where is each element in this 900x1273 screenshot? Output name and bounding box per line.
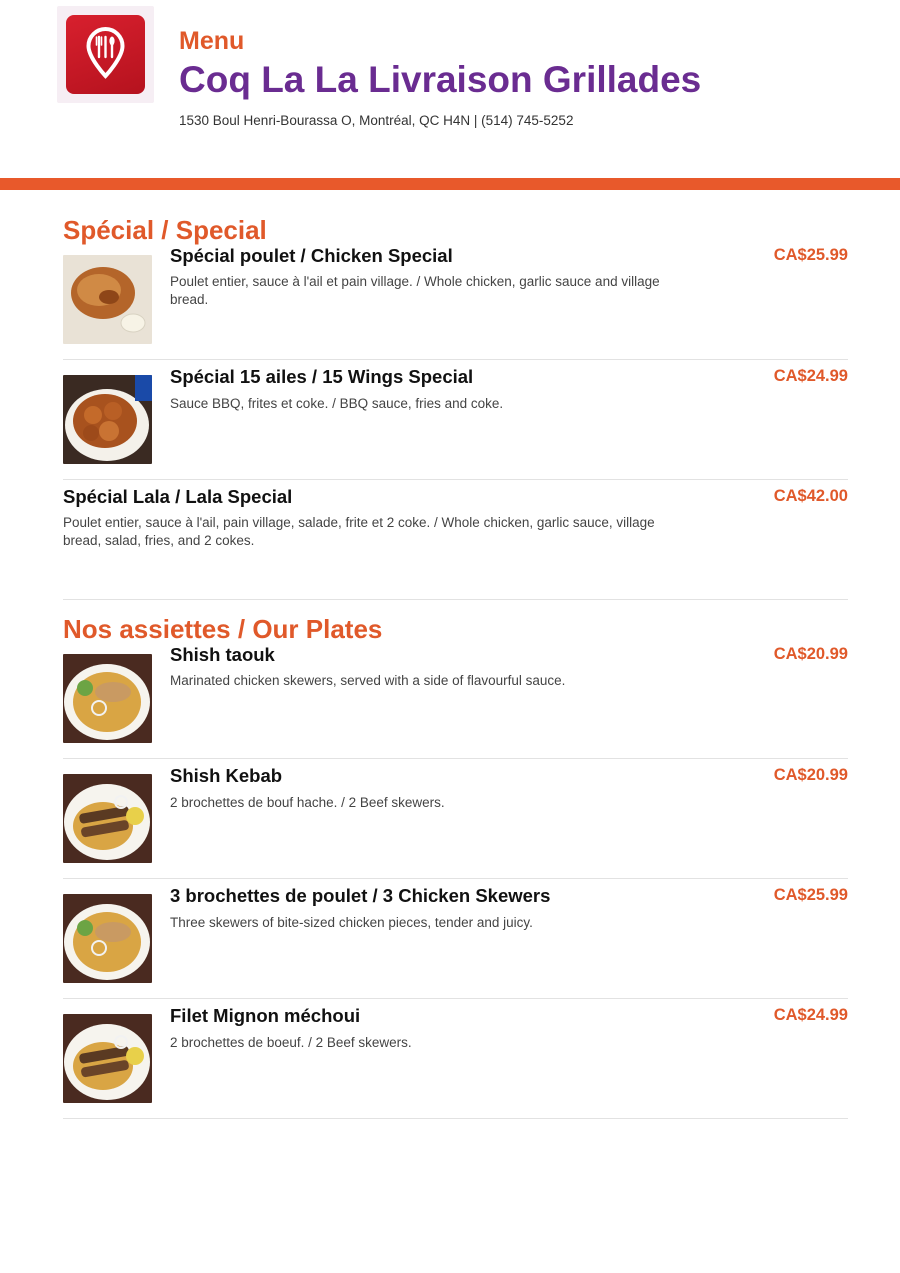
- menu-item[interactable]: 3 brochettes de poulet / 3 Chicken Skewe…: [63, 879, 848, 999]
- item-name: Spécial poulet / Chicken Special: [170, 245, 453, 266]
- section-title-plates: Nos assiettes / Our Plates: [63, 614, 383, 644]
- item-description: Poulet entier, sauce à l'ail, pain villa…: [63, 515, 655, 548]
- item-name: 3 brochettes de poulet / 3 Chicken Skewe…: [170, 885, 551, 906]
- item-name: Shish Kebab: [170, 765, 283, 786]
- item-price: CA$25.99: [773, 246, 848, 264]
- item-description: Marinated chicken skewers, served with a…: [170, 673, 566, 688]
- menu-item[interactable]: Filet Mignon méchoui 2 brochettes de boe…: [63, 999, 848, 1119]
- fork-knife-pin-icon: [66, 15, 145, 94]
- menu-item[interactable]: Spécial Lala / Lala Special Poulet entie…: [63, 480, 848, 600]
- item-price: CA$24.99: [773, 1006, 848, 1024]
- item-name: Spécial Lala / Lala Special: [63, 486, 293, 507]
- menu-item[interactable]: Spécial 15 ailes / 15 Wings Special Sauc…: [63, 360, 848, 480]
- shish-taouk-photo: [63, 654, 152, 743]
- item-description: Three skewers of bite-sized chicken piec…: [170, 915, 533, 930]
- chicken-special-photo: [63, 255, 152, 344]
- item-name: Shish taouk: [170, 644, 275, 665]
- item-price: CA$20.99: [773, 766, 848, 784]
- menu-item[interactable]: Shish Kebab 2 brochettes de bouf hache. …: [63, 759, 848, 879]
- item-price: CA$42.00: [773, 487, 848, 505]
- item-name: Spécial 15 ailes / 15 Wings Special: [170, 366, 474, 387]
- filet-mignon-photo: [63, 1014, 152, 1103]
- wings-special-photo: [63, 375, 152, 464]
- restaurant-address: 1530 Boul Henri-Bourassa O, Montréal, QC…: [179, 113, 574, 128]
- item-price: CA$20.99: [773, 645, 848, 663]
- shish-kebab-photo: [63, 774, 152, 863]
- restaurant-logo: [57, 6, 154, 103]
- menu-label: Menu: [179, 27, 245, 55]
- menu-content: Spécial / Special Spécial poulet / Chick…: [63, 190, 848, 1119]
- header-divider-bar: [0, 178, 900, 190]
- item-description: 2 brochettes de bouf hache. / 2 Beef ske…: [170, 795, 445, 810]
- item-name: Filet Mignon méchoui: [170, 1005, 361, 1026]
- restaurant-name: Coq La La Livraison Grillades: [179, 59, 702, 100]
- menu-item[interactable]: Spécial poulet / Chicken Special Poulet …: [63, 245, 848, 360]
- section-title-special: Spécial / Special: [63, 215, 267, 245]
- item-description: Poulet entier, sauce à l'ail et pain vil…: [170, 274, 660, 307]
- menu-header: Menu Coq La La Livraison Grillades 1530 …: [0, 0, 900, 178]
- item-description: Sauce BBQ, frites et coke. / BBQ sauce, …: [170, 396, 504, 411]
- menu-item[interactable]: Shish taouk Marinated chicken skewers, s…: [63, 644, 848, 759]
- item-description: 2 brochettes de boeuf. / 2 Beef skewers.: [170, 1035, 412, 1050]
- item-price: CA$24.99: [773, 367, 848, 385]
- item-price: CA$25.99: [773, 886, 848, 904]
- chicken-skewers-photo: [63, 894, 152, 983]
